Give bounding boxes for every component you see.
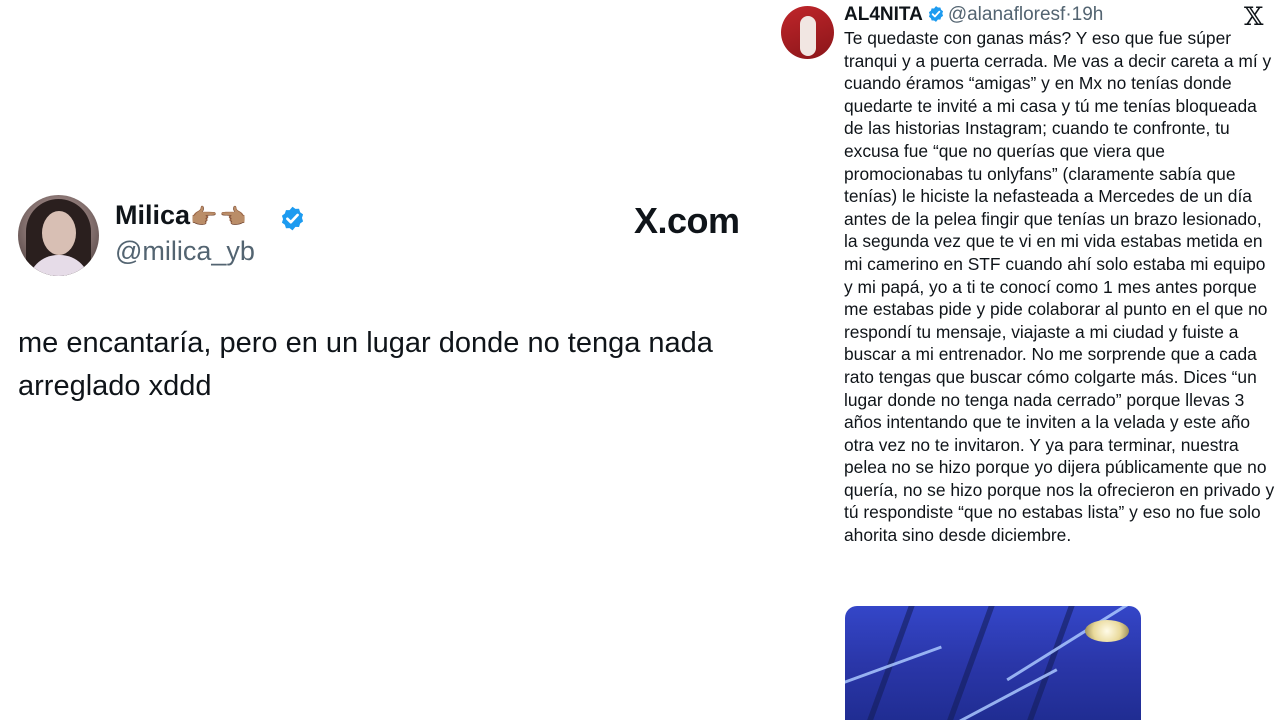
verified-badge-icon (281, 206, 304, 231)
avatar[interactable] (18, 195, 99, 276)
display-name-text: Milica (115, 200, 191, 230)
username-handle[interactable]: @alanafloresf (948, 4, 1066, 25)
right-tweet-card: AL4NITA @alanafloresf·19h 𝕏 Te quedaste … (770, 0, 1280, 720)
media-ceiling-lamp (1085, 620, 1129, 642)
media-ceiling-truss (941, 606, 995, 720)
display-name-emojis: 👉🏽👈🏽 (190, 204, 249, 229)
avatar-figure (800, 16, 816, 56)
media-ceiling-truss (861, 606, 915, 720)
x-logo-icon[interactable]: 𝕏 (1244, 4, 1263, 29)
screenshot-frame: Milica👉🏽👈🏽 @milica_yb X.com me encantarí… (0, 0, 1280, 720)
tweet-timestamp[interactable]: 19h (1072, 4, 1104, 25)
media-light-beam (1006, 606, 1141, 682)
avatar-face (42, 211, 76, 255)
avatar[interactable] (781, 6, 834, 59)
tweet-header: AL4NITA @alanafloresf·19h (844, 4, 1103, 26)
tweet-media-image[interactable] (845, 606, 1141, 720)
x-com-text: X.com (634, 200, 740, 241)
username-handle[interactable]: @milica_yb (115, 236, 255, 267)
display-name[interactable]: AL4NITA (844, 4, 923, 25)
verified-badge-icon (928, 6, 943, 22)
tweet-text: me encantaría, pero en un lugar donde no… (18, 327, 713, 402)
x-com-watermark: X.com (634, 200, 740, 242)
display-name[interactable]: Milica👉🏽👈🏽 (115, 200, 249, 231)
tweet-text: Te quedaste con ganas más? Y eso que fue… (844, 28, 1275, 546)
left-tweet-card: Milica👉🏽👈🏽 @milica_yb X.com me encantarí… (0, 0, 790, 720)
